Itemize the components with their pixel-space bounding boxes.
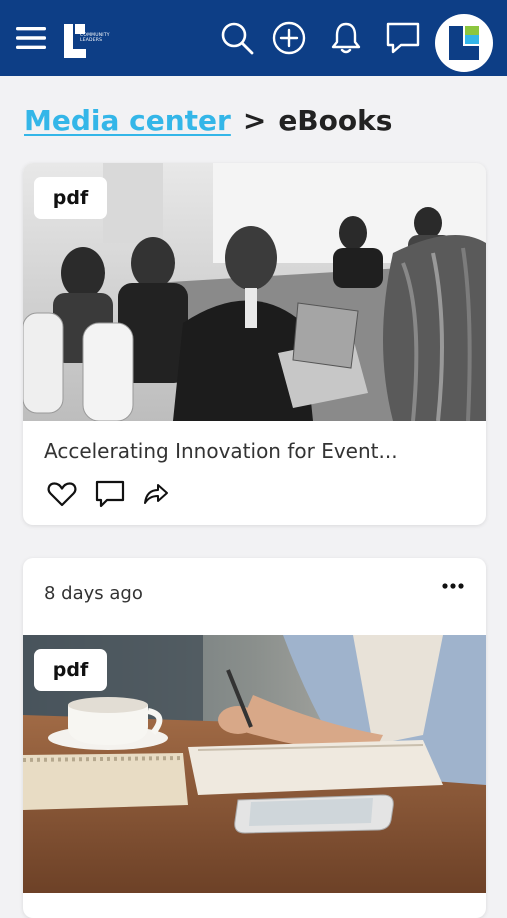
breadcrumb-media-center-link[interactable]: Media center (24, 104, 231, 137)
comment-icon[interactable] (95, 480, 125, 512)
file-type-badge: pdf (34, 177, 107, 219)
logo-wordmark: COMMUNITY LEADERS (80, 33, 110, 43)
card-actions (47, 480, 187, 512)
share-icon[interactable] (143, 482, 169, 510)
menu-icon[interactable] (12, 0, 50, 76)
post-date: 8 days ago (44, 583, 143, 604)
breadcrumb-current: eBooks (278, 103, 393, 137)
more-options-icon[interactable] (441, 576, 465, 596)
ebook-title[interactable]: Accelerating Innovation for Event... (44, 439, 398, 463)
top-app-bar: COMMUNITY LEADERS (0, 0, 507, 76)
breadcrumb: Media center > eBooks (24, 100, 392, 140)
app-logo[interactable]: COMMUNITY LEADERS (62, 22, 110, 60)
ebook-card[interactable]: pdf Accelerating Innovation for Event... (23, 163, 486, 525)
user-avatar[interactable] (435, 14, 493, 72)
add-icon[interactable] (268, 0, 310, 76)
ebook-card[interactable]: 8 days ago pdf (23, 558, 486, 918)
breadcrumb-separator: > (242, 103, 267, 137)
chat-icon[interactable] (383, 0, 423, 76)
search-icon[interactable] (216, 0, 258, 76)
bell-icon[interactable] (326, 0, 366, 76)
heart-icon[interactable] (47, 481, 77, 511)
file-type-badge: pdf (34, 649, 107, 691)
